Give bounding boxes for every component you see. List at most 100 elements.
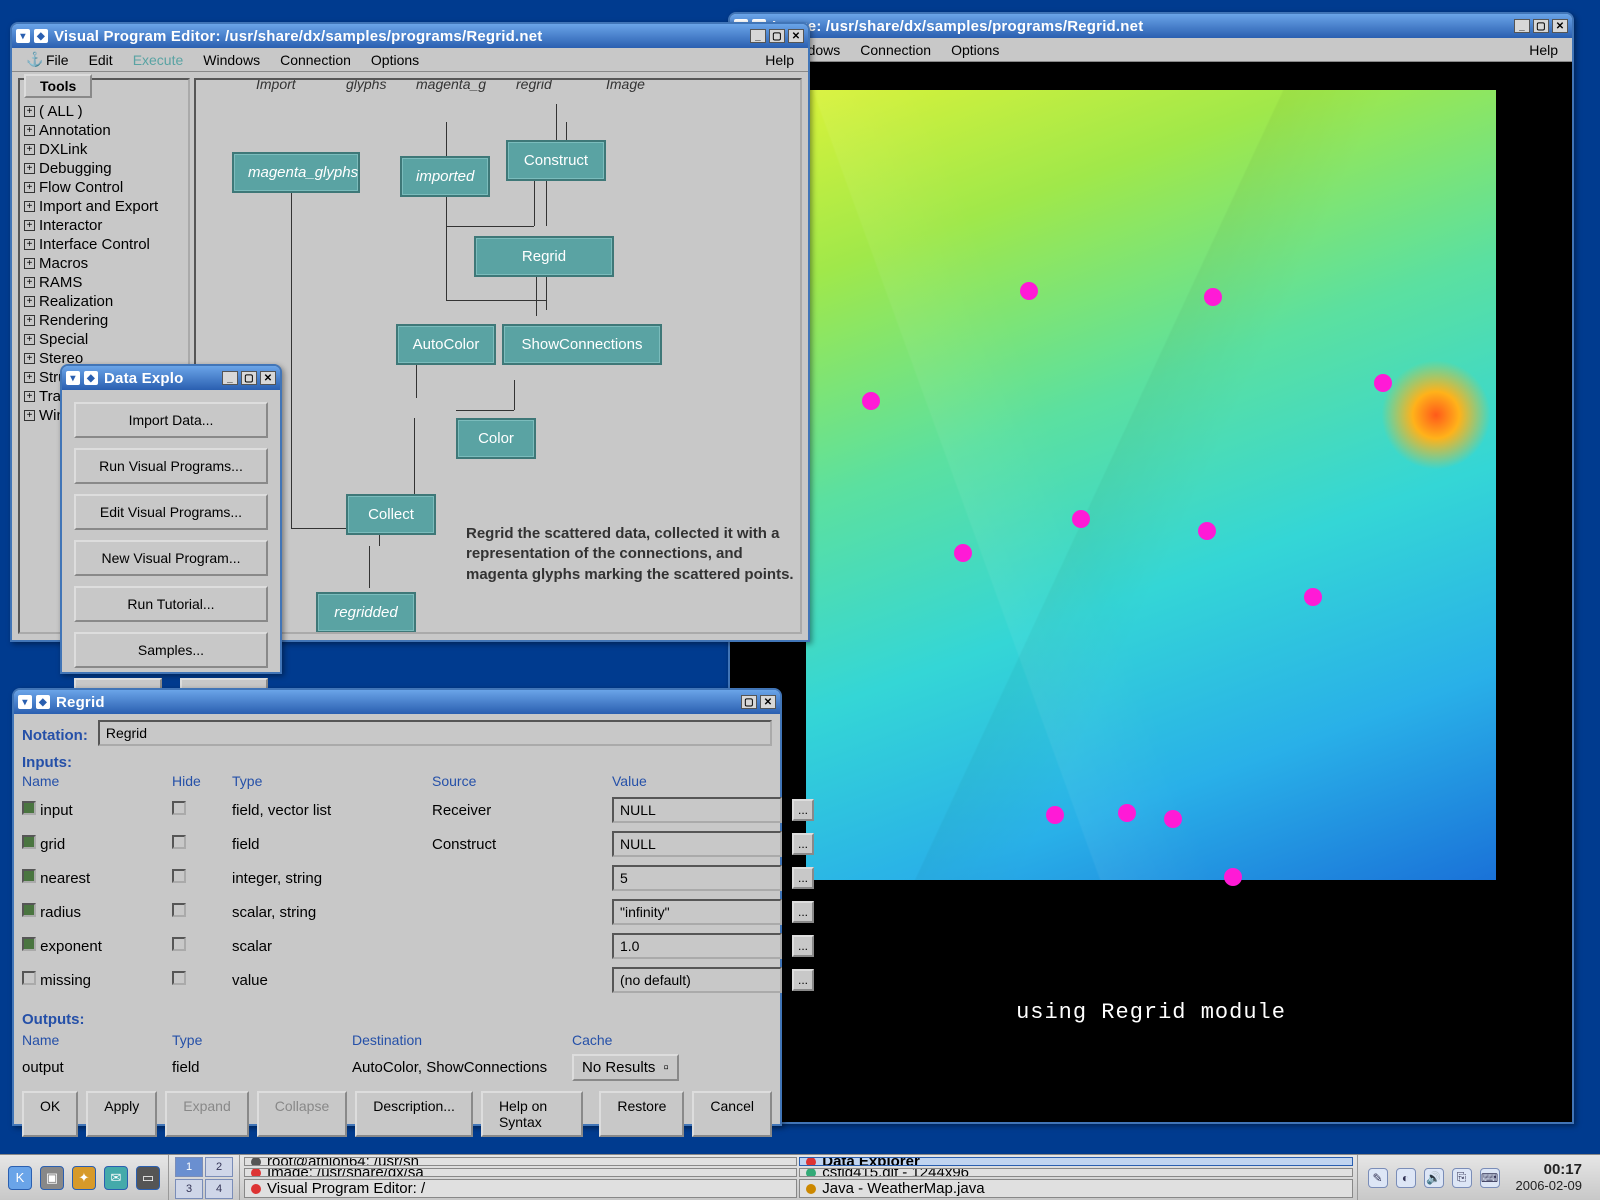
enable-checkbox[interactable] xyxy=(22,835,36,849)
tool-category[interactable]: +Import and Export xyxy=(20,197,188,216)
close-button[interactable]: ✕ xyxy=(788,29,804,43)
value-input[interactable] xyxy=(612,933,782,959)
minimize-button[interactable]: _ xyxy=(1514,19,1530,33)
close-button[interactable]: ✕ xyxy=(1552,19,1568,33)
module-regrid[interactable]: Regrid xyxy=(474,236,614,277)
expand-icon[interactable]: + xyxy=(24,372,35,383)
value-input[interactable] xyxy=(612,967,782,993)
expand-icon[interactable]: + xyxy=(24,410,35,421)
anchor-icon[interactable]: ⚓ xyxy=(16,49,36,70)
hide-checkbox[interactable] xyxy=(172,937,186,951)
vpe-canvas[interactable]: Import glyphs magenta_g regrid Image xyxy=(194,78,802,634)
expand-button[interactable]: Expand xyxy=(165,1091,248,1137)
edit-visual-programs-button[interactable]: Edit Visual Programs... xyxy=(74,494,268,530)
mail-icon[interactable]: ✉ xyxy=(104,1166,128,1190)
value-input[interactable] xyxy=(612,899,782,925)
tool-category[interactable]: +Debugging xyxy=(20,159,188,178)
value-browse-button[interactable]: ... xyxy=(792,969,814,991)
close-button[interactable]: ✕ xyxy=(260,371,276,385)
terminal-icon[interactable]: ▣ xyxy=(40,1166,64,1190)
module-showconnections[interactable]: ShowConnections xyxy=(502,324,662,365)
collapse-button[interactable]: Collapse xyxy=(257,1091,347,1137)
hide-checkbox[interactable] xyxy=(172,869,186,883)
cache-select[interactable]: No Results▫ xyxy=(572,1054,679,1081)
desktop-3[interactable]: 3 xyxy=(175,1179,203,1199)
menu-connection[interactable]: Connection xyxy=(850,40,941,60)
value-browse-button[interactable]: ... xyxy=(792,935,814,957)
desktop-pager[interactable]: 1 2 3 4 xyxy=(169,1155,240,1200)
module-regridded[interactable]: regridded xyxy=(316,592,416,633)
tool-category[interactable]: +Special xyxy=(20,330,188,349)
value-browse-button[interactable]: ... xyxy=(792,867,814,889)
menu-execute[interactable]: Execute xyxy=(123,50,194,70)
desktop-4[interactable]: 4 xyxy=(205,1179,233,1199)
ok-button[interactable]: OK xyxy=(22,1091,78,1137)
hide-checkbox[interactable] xyxy=(172,801,186,815)
tool-category[interactable]: +RAMS xyxy=(20,273,188,292)
de-titlebar[interactable]: ▾ ◆ Data Explo _ ▢ ✕ xyxy=(62,366,280,390)
window-menu-icon[interactable]: ▾ xyxy=(18,695,32,709)
tray-icon[interactable]: 🔊 xyxy=(1424,1168,1444,1188)
enable-checkbox[interactable] xyxy=(22,869,36,883)
minimize-button[interactable]: _ xyxy=(750,29,766,43)
value-browse-button[interactable]: ... xyxy=(792,833,814,855)
enable-checkbox[interactable] xyxy=(22,801,36,815)
task-terminal[interactable]: root@athlon64: /usr/sh xyxy=(244,1157,797,1166)
menu-help[interactable]: Help xyxy=(1519,40,1568,60)
samples-button[interactable]: Samples... xyxy=(74,632,268,668)
tool-category[interactable]: +Rendering xyxy=(20,311,188,330)
expand-icon[interactable]: + xyxy=(24,296,35,307)
tool-category[interactable]: +Interface Control xyxy=(20,235,188,254)
apply-button[interactable]: Apply xyxy=(86,1091,157,1137)
expand-icon[interactable]: + xyxy=(24,220,35,231)
maximize-button[interactable]: ▢ xyxy=(1533,19,1549,33)
tray-icon[interactable]: ⎘ xyxy=(1452,1168,1472,1188)
task-data-explorer[interactable]: Data Explorer xyxy=(799,1157,1352,1166)
notation-input[interactable] xyxy=(98,720,772,746)
module-imported[interactable]: imported xyxy=(400,156,490,197)
tool-category[interactable]: +DXLink xyxy=(20,140,188,159)
expand-icon[interactable]: + xyxy=(24,258,35,269)
value-input[interactable] xyxy=(612,831,782,857)
enable-checkbox[interactable] xyxy=(22,971,36,985)
expand-icon[interactable]: + xyxy=(24,239,35,250)
tray-icon[interactable]: ✎ xyxy=(1368,1168,1388,1188)
expand-icon[interactable]: + xyxy=(24,125,35,136)
module-autocolor[interactable]: AutoColor xyxy=(396,324,496,365)
tools-tab[interactable]: Tools xyxy=(24,74,92,98)
menu-windows[interactable]: Windows xyxy=(193,50,270,70)
tool-category[interactable]: +Annotation xyxy=(20,121,188,140)
desktop-2[interactable]: 2 xyxy=(205,1157,233,1177)
module-color[interactable]: Color xyxy=(456,418,536,459)
menu-connection[interactable]: Connection xyxy=(270,50,361,70)
tray-icon[interactable]: ⌨ xyxy=(1480,1168,1500,1188)
maximize-button[interactable]: ▢ xyxy=(741,695,757,709)
task-gif[interactable]: csfig415.gif - 1244x96 xyxy=(799,1168,1352,1177)
clock[interactable]: 00:17 2006-02-09 xyxy=(1508,1162,1591,1193)
expand-icon[interactable]: + xyxy=(24,144,35,155)
module-construct[interactable]: Construct xyxy=(506,140,606,181)
desktop-1[interactable]: 1 xyxy=(175,1157,203,1177)
tray-icon[interactable]: ◐ xyxy=(1396,1168,1416,1188)
expand-icon[interactable]: + xyxy=(24,353,35,364)
enable-checkbox[interactable] xyxy=(22,903,36,917)
tool-category[interactable]: +Flow Control xyxy=(20,178,188,197)
close-button[interactable]: ✕ xyxy=(760,695,776,709)
tool-category[interactable]: +Interactor xyxy=(20,216,188,235)
window-menu-icon[interactable]: ▾ xyxy=(66,371,80,385)
value-input[interactable] xyxy=(612,797,782,823)
vpe-titlebar[interactable]: ▾ ◆ Visual Program Editor: /usr/share/dx… xyxy=(12,24,808,48)
expand-icon[interactable]: + xyxy=(24,391,35,402)
expand-icon[interactable]: + xyxy=(24,277,35,288)
menu-file[interactable]: File xyxy=(36,50,79,70)
regrid-titlebar[interactable]: ▾ ◆ Regrid ▢ ✕ xyxy=(14,690,780,714)
expand-icon[interactable]: + xyxy=(24,201,35,212)
maximize-button[interactable]: ▢ xyxy=(769,29,785,43)
tool-category[interactable]: +( ALL ) xyxy=(20,102,188,121)
image-canvas[interactable]: using Regrid module xyxy=(730,62,1572,1122)
minimize-button[interactable]: _ xyxy=(222,371,238,385)
value-input[interactable] xyxy=(612,865,782,891)
task-java[interactable]: Java - WeatherMap.java xyxy=(799,1179,1352,1198)
new-visual-program-button[interactable]: New Visual Program... xyxy=(74,540,268,576)
menu-options[interactable]: Options xyxy=(361,50,429,70)
